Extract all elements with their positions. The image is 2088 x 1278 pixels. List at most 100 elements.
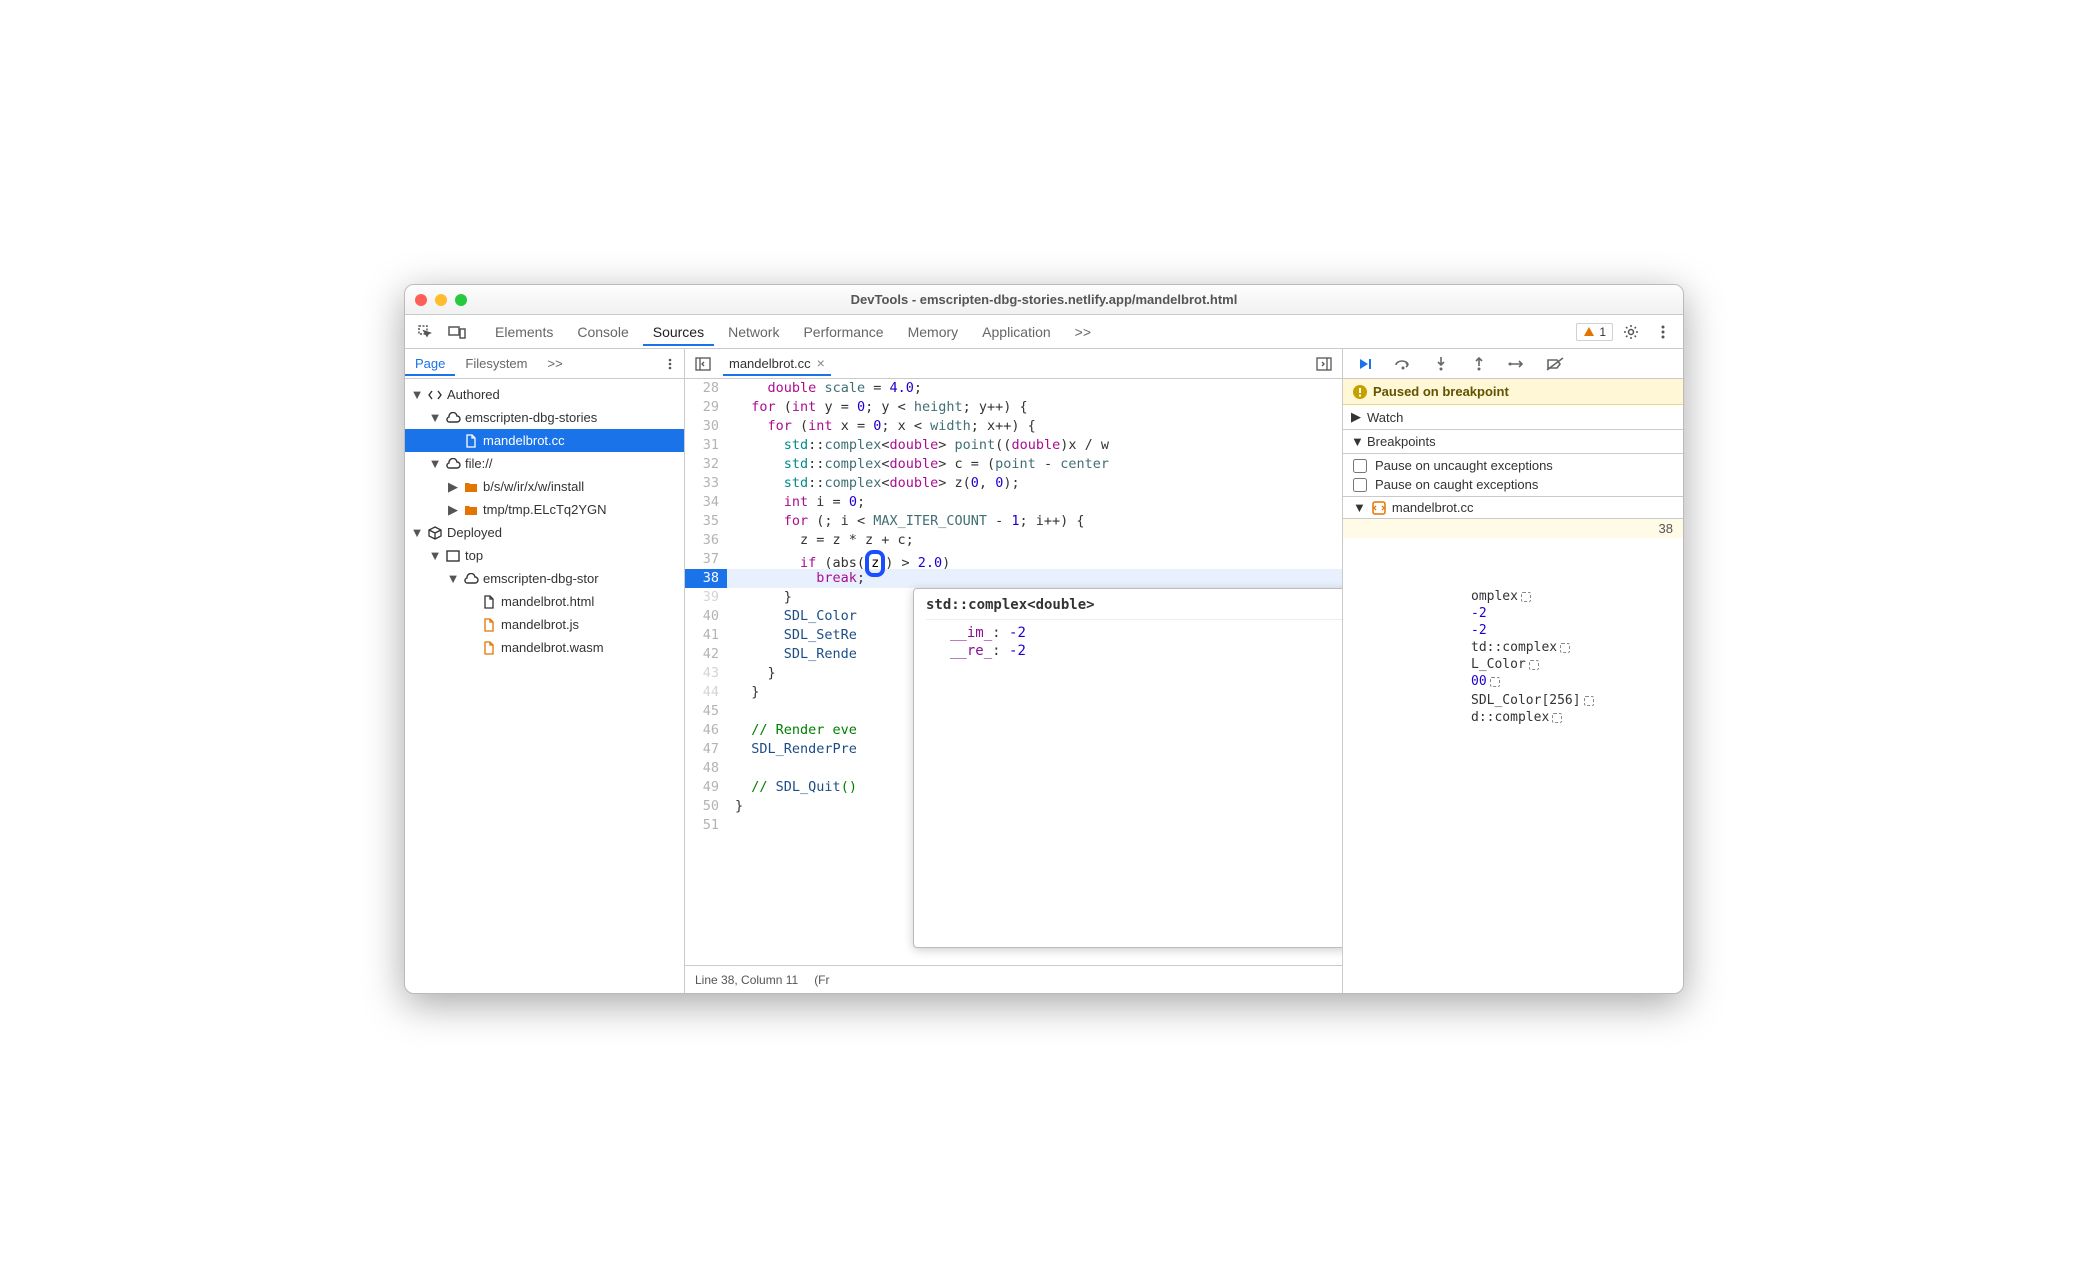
tab-memory[interactable]: Memory [898, 318, 969, 346]
scope-var: 00 [1463, 673, 1683, 690]
editor-tab-label: mandelbrot.cc [729, 356, 811, 371]
navigator-kebab-icon[interactable] [656, 350, 684, 378]
step-over-icon[interactable] [1389, 350, 1417, 378]
tree-item-label: Deployed [447, 525, 502, 540]
file-icon [463, 433, 479, 449]
tree-item[interactable]: ▼emscripten-dbg-stor [405, 567, 684, 590]
close-window-icon[interactable] [415, 294, 427, 306]
folder-icon [463, 479, 479, 495]
tree-item[interactable]: ▼Authored [405, 383, 684, 406]
device-toolbar-icon[interactable] [443, 318, 471, 346]
tree-item-label: b/s/w/ir/x/w/install [483, 479, 584, 494]
file-tree: ▼Authored▼emscripten-dbg-storiesmandelbr… [405, 379, 684, 993]
pause-uncaught-checkbox[interactable] [1353, 459, 1367, 473]
code-line[interactable]: double scale = 4.0; [727, 379, 1342, 398]
paused-banner: Paused on breakpoint [1343, 379, 1683, 405]
tree-item[interactable]: ▼emscripten-dbg-stories [405, 406, 684, 429]
scope-var: -2 [1463, 605, 1683, 622]
tree-item[interactable]: ▼top [405, 544, 684, 567]
scope-var: L_Color [1463, 656, 1683, 673]
status-extra: (Fr [814, 973, 829, 987]
gear-icon[interactable] [1617, 318, 1645, 346]
code-line[interactable]: for (int y = 0; y < height; y++) { [727, 398, 1342, 417]
code-line[interactable]: for (int x = 0; x < width; x++) { [727, 417, 1342, 436]
warnings-badge[interactable]: 1 [1576, 323, 1613, 341]
navtab-page[interactable]: Page [405, 351, 455, 376]
scope-var: d::complex [1463, 709, 1683, 726]
code-line[interactable]: break; [727, 569, 1342, 588]
scope-var: SDL_Color[256] [1463, 692, 1683, 709]
filejs-icon [481, 617, 497, 633]
source-file-icon [1372, 501, 1386, 515]
tab-elements[interactable]: Elements [485, 318, 563, 346]
step-out-icon[interactable] [1465, 350, 1493, 378]
scope-var: omplex [1463, 588, 1683, 605]
devtools-window: DevTools - emscripten-dbg-stories.netlif… [404, 284, 1684, 994]
code-line[interactable]: if (abs(z) > 2.0) [727, 550, 1342, 569]
watch-label: Watch [1367, 410, 1403, 425]
tab-console[interactable]: Console [567, 318, 638, 346]
file-icon [481, 594, 497, 610]
tree-item-label: tmp/tmp.ELcTq2YGN [483, 502, 607, 517]
step-icon[interactable] [1503, 350, 1531, 378]
breakpoint-line[interactable]: 38 [1343, 519, 1683, 538]
cloud-icon [445, 456, 461, 472]
folder-icon [463, 502, 479, 518]
step-into-icon[interactable] [1427, 350, 1455, 378]
zoom-window-icon[interactable] [455, 294, 467, 306]
close-tab-icon[interactable]: × [817, 355, 825, 371]
editor-panel: mandelbrot.cc × 282930313233343536373839… [685, 349, 1343, 993]
tree-item[interactable]: ▼Deployed [405, 521, 684, 544]
navtab-overflow[interactable]: >> [538, 351, 573, 376]
pause-uncaught-row[interactable]: Pause on uncaught exceptions [1343, 456, 1683, 475]
pause-caught-row[interactable]: Pause on caught exceptions [1343, 475, 1683, 494]
editor-tabstrip: mandelbrot.cc × [685, 349, 1342, 379]
tab-performance[interactable]: Performance [793, 318, 893, 346]
tree-item-label: Authored [447, 387, 500, 402]
navtab-filesystem[interactable]: Filesystem [455, 351, 537, 376]
pause-caught-checkbox[interactable] [1353, 478, 1367, 492]
tooltip-header: std::complex<double> [926, 597, 1342, 620]
breakpoint-file-label: mandelbrot.cc [1392, 500, 1474, 515]
breakpoints-section[interactable]: ▼Breakpoints [1343, 430, 1683, 454]
breakpoint-line-number: 38 [1659, 521, 1673, 536]
titlebar: DevTools - emscripten-dbg-stories.netlif… [405, 285, 1683, 315]
tree-item[interactable]: ▼file:// [405, 452, 684, 475]
editor-tab-active[interactable]: mandelbrot.cc × [723, 351, 831, 376]
tree-item[interactable]: ▶b/s/w/ir/x/w/install [405, 475, 684, 498]
tree-item[interactable]: ▶tmp/tmp.ELcTq2YGN [405, 498, 684, 521]
cursor-position: Line 38, Column 11 [695, 973, 798, 987]
code-line[interactable]: for (; i < MAX_ITER_COUNT - 1; i++) { [727, 512, 1342, 531]
code-line[interactable]: z = z * z + c; [727, 531, 1342, 550]
value-tooltip: std::complex<double> __im_: -2 __re_: -2 [913, 588, 1342, 948]
tree-item-label: mandelbrot.js [501, 617, 579, 632]
minimize-window-icon[interactable] [435, 294, 447, 306]
code-line[interactable]: int i = 0; [727, 493, 1342, 512]
debugger-panel: Paused on breakpoint ▶Watch ▼Breakpoints… [1343, 349, 1683, 993]
code-icon [427, 387, 443, 403]
editor-statusbar: Line 38, Column 11 (Fr [685, 965, 1342, 993]
code-line[interactable]: std::complex<double> c = (point - center [727, 455, 1342, 474]
inspect-icon[interactable] [411, 318, 439, 346]
tree-item[interactable]: mandelbrot.html [405, 590, 684, 613]
tree-item[interactable]: mandelbrot.js [405, 613, 684, 636]
tabs-overflow[interactable]: >> [1065, 318, 1101, 346]
tooltip-row: __re_: -2 [926, 642, 1342, 660]
code-line[interactable]: std::complex<double> z(0, 0); [727, 474, 1342, 493]
kebab-icon[interactable] [1649, 318, 1677, 346]
code-editor[interactable]: 2829303132333435363738394041424344454647… [685, 379, 1342, 965]
window-controls[interactable] [415, 294, 467, 306]
toggle-debugger-icon[interactable] [1310, 350, 1338, 378]
code-line[interactable]: std::complex<double> point((double)x / w [727, 436, 1342, 455]
deactivate-breakpoints-icon[interactable] [1541, 350, 1569, 378]
watch-section[interactable]: ▶Watch [1343, 405, 1683, 430]
tab-network[interactable]: Network [718, 318, 789, 346]
tree-item[interactable]: mandelbrot.cc [405, 429, 684, 452]
tooltip-row: __im_: -2 [926, 624, 1342, 642]
tab-sources[interactable]: Sources [643, 318, 714, 346]
toggle-navigator-icon[interactable] [689, 350, 717, 378]
resume-icon[interactable] [1351, 350, 1379, 378]
tree-item[interactable]: mandelbrot.wasm [405, 636, 684, 659]
tab-application[interactable]: Application [972, 318, 1061, 346]
breakpoint-file[interactable]: ▼ mandelbrot.cc [1343, 497, 1683, 519]
